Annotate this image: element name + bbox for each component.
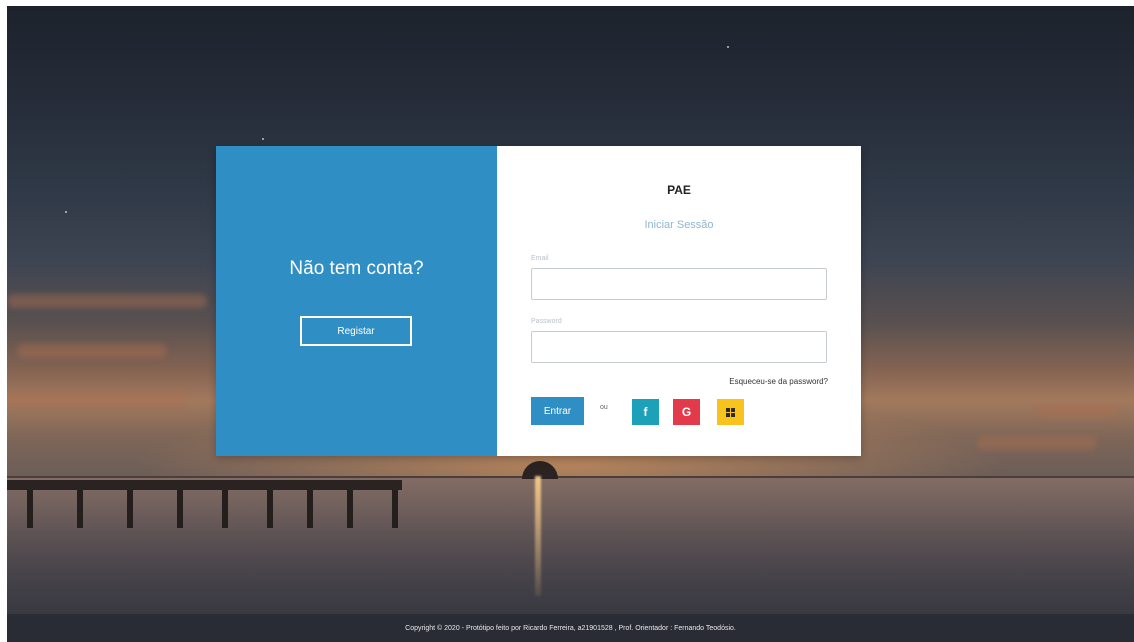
pier-post — [392, 490, 398, 528]
microsoft-login-button[interactable] — [717, 399, 744, 425]
pier-post — [177, 490, 183, 528]
pier-post — [127, 490, 133, 528]
windows-icon — [726, 407, 735, 417]
star — [262, 138, 264, 140]
cloud — [977, 436, 1097, 450]
email-field[interactable] — [531, 268, 827, 300]
light-reflection — [535, 476, 541, 596]
cloud — [7, 391, 187, 405]
forgot-password-link[interactable]: Esqueceu-se da password? — [729, 377, 828, 386]
login-subtitle: Iniciar Sessão — [644, 219, 714, 231]
pier-post — [77, 490, 83, 528]
google-icon: G — [681, 405, 692, 419]
footer: Copyright © 2020 - Protótipo feito por R… — [7, 614, 1134, 642]
cloud — [7, 294, 207, 308]
register-button[interactable]: Registar — [300, 316, 412, 346]
brand-title: PAE — [667, 183, 691, 197]
login-button[interactable]: Entrar — [531, 397, 584, 425]
password-label: Password — [531, 318, 562, 325]
star — [727, 46, 729, 48]
star — [65, 211, 67, 213]
login-panel: PAE Iniciar Sessão Email Password Esquec… — [497, 146, 861, 456]
pier — [7, 480, 402, 528]
pier-post — [307, 490, 313, 528]
or-separator: ou — [600, 404, 608, 411]
facebook-login-button[interactable]: f — [632, 399, 659, 425]
pier-post — [27, 490, 33, 528]
background-scene: Não tem conta? Registar PAE Iniciar Sess… — [7, 6, 1134, 642]
register-panel: Não tem conta? Registar — [216, 146, 497, 456]
facebook-icon: f — [643, 405, 648, 419]
password-field[interactable] — [531, 331, 827, 363]
pier-post — [347, 490, 353, 528]
cloud — [1037, 404, 1117, 418]
pier-post — [267, 490, 273, 528]
google-login-button[interactable]: G — [673, 399, 700, 425]
cloud — [17, 344, 167, 358]
pier-post — [222, 490, 228, 528]
no-account-title: Não tem conta? — [289, 258, 424, 279]
email-label: Email — [531, 255, 549, 262]
pier-deck — [7, 480, 402, 490]
login-card: Não tem conta? Registar PAE Iniciar Sess… — [216, 146, 861, 456]
copyright-text: Copyright © 2020 - Protótipo feito por R… — [405, 624, 736, 632]
